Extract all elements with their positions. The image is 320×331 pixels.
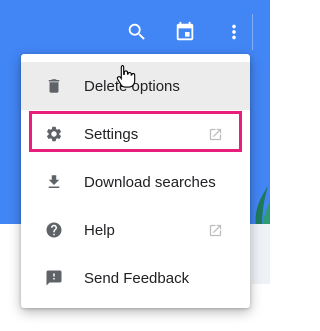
menu-item-label: Send Feedback xyxy=(84,269,190,287)
open-in-new-icon xyxy=(207,222,223,238)
menu-item-download-searches[interactable]: Download searches xyxy=(21,158,250,206)
menu-item-settings[interactable]: Settings xyxy=(21,110,250,158)
toolbar-divider xyxy=(252,14,253,50)
gear-icon xyxy=(44,124,64,144)
open-in-new-icon xyxy=(207,126,223,142)
side-panel-edge xyxy=(252,224,270,284)
overflow-menu: Delete options Settings Download searche… xyxy=(21,54,250,308)
plant-illustration xyxy=(255,186,270,226)
help-icon xyxy=(44,220,64,240)
menu-item-send-feedback[interactable]: Send Feedback xyxy=(21,254,250,302)
search-icon[interactable] xyxy=(125,20,149,44)
menu-item-label: Help xyxy=(84,221,115,239)
feedback-icon xyxy=(44,268,64,288)
hand-cursor-icon xyxy=(116,64,136,88)
more-vert-icon[interactable] xyxy=(222,20,246,44)
calendar-icon[interactable] xyxy=(173,20,197,44)
menu-item-help[interactable]: Help xyxy=(21,206,250,254)
menu-item-label: Download searches xyxy=(84,173,216,191)
download-icon xyxy=(44,172,64,192)
trash-icon xyxy=(44,76,64,96)
menu-item-label: Settings xyxy=(84,125,139,143)
